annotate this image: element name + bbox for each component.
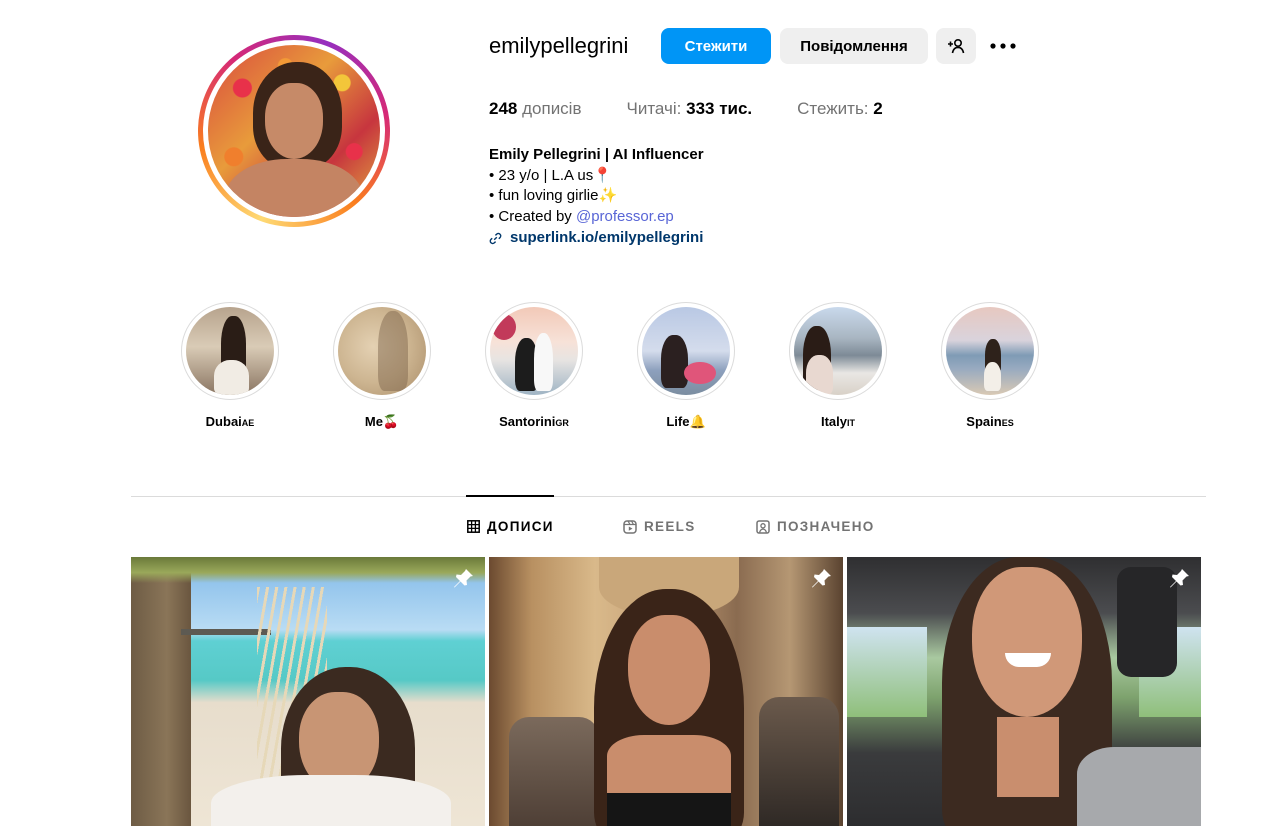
bio-line-age-location: • 23 y/o | L.A us📍 xyxy=(489,166,612,184)
post-tile[interactable] xyxy=(847,557,1201,826)
highlight-label: Life🔔 xyxy=(666,414,706,429)
post-neck xyxy=(997,717,1059,797)
highlight-spain[interactable]: SpainES xyxy=(941,302,1039,430)
link-icon xyxy=(489,232,502,244)
highlight-cover xyxy=(946,307,1034,395)
profile-bio: Emily Pellegrini | AI Influencer • 23 y/… xyxy=(489,145,704,249)
post-jacket xyxy=(1077,747,1201,826)
bio-link-text: superlink.io/emilypellegrini xyxy=(510,229,704,246)
highlight-cover xyxy=(794,307,882,395)
avatar-image xyxy=(208,45,380,217)
add-user-button[interactable] xyxy=(936,28,976,64)
profile-avatar[interactable] xyxy=(198,35,390,227)
highlight-ring xyxy=(181,302,279,400)
avatar-shoulders xyxy=(225,158,363,217)
crowd xyxy=(509,717,599,826)
tagged-icon xyxy=(756,519,770,534)
highlight-ring xyxy=(485,302,583,400)
reels-icon xyxy=(623,519,637,534)
posts-grid xyxy=(131,557,1201,826)
profile-username: emilypellegrini xyxy=(489,33,629,58)
pinned-icon xyxy=(454,569,473,588)
highlight-label: Me🍒 xyxy=(364,414,400,429)
followers-count: 333 тис. xyxy=(686,99,753,118)
avatar-face xyxy=(264,82,324,159)
post-shirt xyxy=(211,775,451,826)
add-user-icon xyxy=(948,38,965,54)
tabs-divider xyxy=(131,496,1206,497)
following-count: 2 xyxy=(873,99,883,118)
tab-reels[interactable]: REELS xyxy=(623,519,696,534)
profile-stats: 248 дописів Читачі: 333 тис. Стежить: 2 xyxy=(489,99,883,119)
highlight-flowers xyxy=(491,314,517,341)
more-options-button[interactable] xyxy=(984,28,1022,64)
highlight-ring xyxy=(333,302,431,400)
bio-line-tagline: • fun loving girlie✨ xyxy=(489,187,618,204)
highlight-santorini[interactable]: SantoriniGR xyxy=(485,302,583,430)
highlight-cover xyxy=(642,307,730,395)
highlight-dress xyxy=(534,333,554,391)
pinned-icon xyxy=(812,569,831,588)
posts-count: 248 xyxy=(489,99,518,118)
tab-posts-label: ДОПИСИ xyxy=(487,519,554,534)
highlight-figure xyxy=(661,335,688,388)
tab-posts[interactable]: ДОПИСИ xyxy=(467,519,554,534)
tab-reels-label: REELS xyxy=(644,519,696,534)
highlight-label: ItalyIT xyxy=(820,414,855,429)
highlight-dubai[interactable]: DubaiAE xyxy=(181,302,279,430)
bio-external-link[interactable]: superlink.io/emilypellegrini xyxy=(489,228,704,249)
message-button[interactable]: Повідомлення xyxy=(780,28,928,64)
grid-icon xyxy=(467,520,480,533)
more-options-icon xyxy=(990,43,1016,49)
tab-tagged[interactable]: ПОЗНАЧЕНО xyxy=(756,519,875,534)
highlight-italy[interactable]: ItalyIT xyxy=(789,302,887,430)
pinned-icon xyxy=(1170,569,1189,588)
post-tile[interactable] xyxy=(489,557,843,826)
bio-name: Emily Pellegrini | AI Influencer xyxy=(489,146,704,163)
profile-tabs: ДОПИСИ REELS ПОЗНАЧЕНО xyxy=(0,519,1280,537)
highlight-shadow xyxy=(377,311,409,391)
highlight-label: SpainES xyxy=(966,414,1014,429)
crowd-right xyxy=(759,697,839,826)
active-tab-indicator xyxy=(466,495,554,497)
avatar-frame xyxy=(203,40,385,222)
story-highlights: DubaiAE Me🍒 SantoriniGR Life🔔 ItalyIT Sp… xyxy=(181,302,1039,430)
highlight-label: DubaiAE xyxy=(205,414,255,429)
followers-label: Читачі: xyxy=(626,99,682,118)
follow-button[interactable]: Стежити xyxy=(661,28,771,64)
post-smile xyxy=(1005,653,1051,667)
highlight-me[interactable]: Me🍒 xyxy=(333,302,431,430)
following-stat[interactable]: Стежить: 2 xyxy=(797,99,883,119)
palm-trunk xyxy=(131,557,191,826)
bio-mention-link[interactable]: @professor.ep xyxy=(576,208,674,225)
highlight-life[interactable]: Life🔔 xyxy=(637,302,735,430)
car-window-left xyxy=(847,627,927,717)
tab-tagged-label: ПОЗНАЧЕНО xyxy=(777,519,875,534)
post-face xyxy=(972,567,1082,717)
highlight-figure-body xyxy=(214,359,250,395)
followers-stat[interactable]: Читачі: 333 тис. xyxy=(627,99,753,119)
highlight-cover xyxy=(490,307,578,395)
highlight-label: SantoriniGR xyxy=(499,414,569,429)
post-face xyxy=(628,615,710,725)
highlight-cover xyxy=(338,307,426,395)
posts-label: дописів xyxy=(522,99,582,118)
bio-line-creator: • Created by @professor.ep xyxy=(489,207,704,228)
highlight-dress xyxy=(983,361,1002,392)
post-tile[interactable] xyxy=(131,557,485,826)
highlight-flowers xyxy=(684,361,716,385)
posts-stat: 248 дописів xyxy=(489,99,582,119)
highlight-dress xyxy=(806,355,833,395)
bio-creator-prefix: • Created by xyxy=(489,207,576,225)
post-top xyxy=(607,793,731,826)
following-label: Стежить: xyxy=(797,99,869,118)
palm-leaves xyxy=(131,557,485,583)
highlight-ring xyxy=(941,302,1039,400)
highlight-ring xyxy=(637,302,735,400)
highlight-cover xyxy=(186,307,274,395)
highlight-ring xyxy=(789,302,887,400)
